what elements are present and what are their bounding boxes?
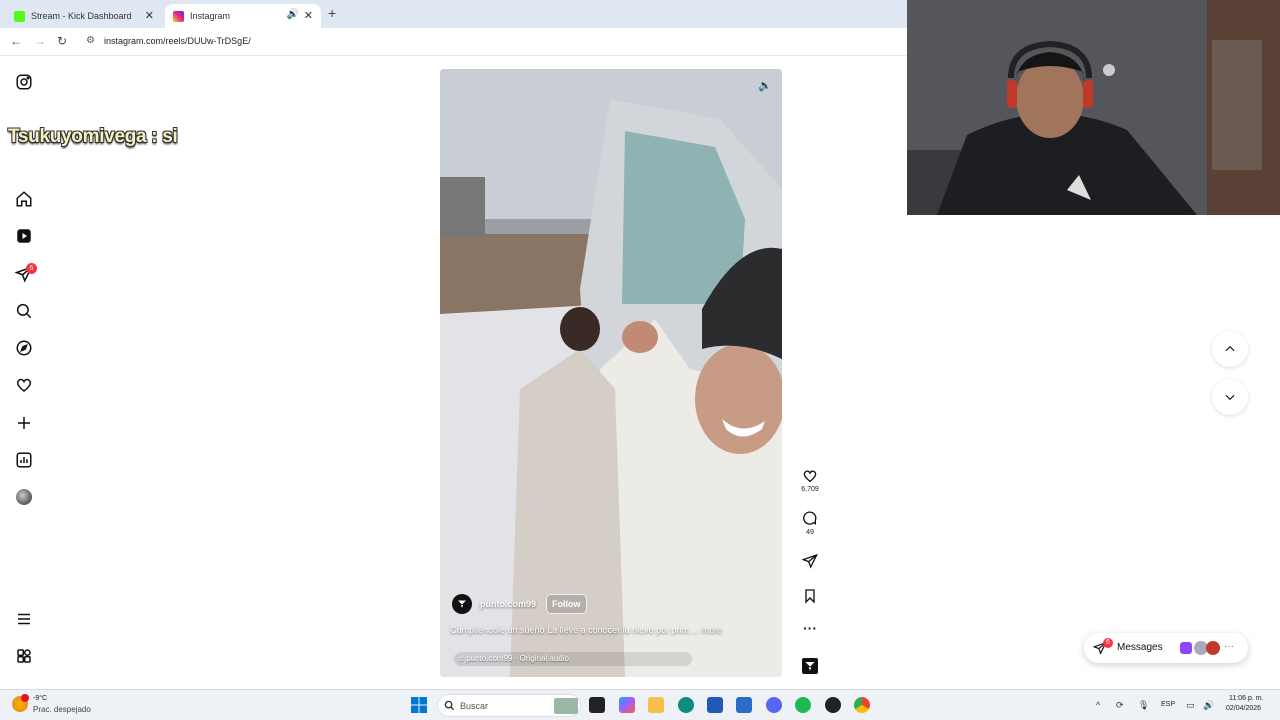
sync-icon[interactable]: ⟳ xyxy=(1116,700,1124,711)
messages-badge: 6 xyxy=(1103,638,1113,648)
webcam-feed xyxy=(907,0,1280,215)
comment-action[interactable]: 49 xyxy=(800,511,820,536)
spotify-icon[interactable] xyxy=(795,697,811,713)
stream-chat-overlay: Tsukuyomivega : si xyxy=(8,126,178,147)
messages-label: Messages xyxy=(1117,642,1163,653)
tab-instagram[interactable]: Instagram 🔊 ✕ xyxy=(165,4,321,28)
reel-author-username[interactable]: punto.com99 xyxy=(480,599,536,609)
profile-avatar[interactable] xyxy=(15,488,33,506)
clock-time[interactable]: 11:06 p. m. xyxy=(1229,695,1264,702)
like-count: 6,709 xyxy=(801,486,819,493)
new-tab-button[interactable]: + xyxy=(328,5,336,21)
site-info-icon[interactable]: ⚙ xyxy=(86,35,95,46)
store-icon[interactable] xyxy=(707,697,723,713)
explore-icon[interactable] xyxy=(15,339,33,357)
reel-author-avatar[interactable] xyxy=(452,594,472,614)
chrome-icon[interactable] xyxy=(854,697,870,713)
reels-icon[interactable] xyxy=(15,227,33,245)
browser-tab-bar: Stream - Kick Dashboard ✕ Instagram 🔊 ✕ … xyxy=(0,0,907,28)
back-icon[interactable]: ← xyxy=(10,34,22,48)
instagram-logo-icon[interactable] xyxy=(15,73,33,91)
search-icon[interactable] xyxy=(15,302,33,320)
share-icon[interactable] xyxy=(802,553,818,569)
save-action[interactable] xyxy=(800,588,820,604)
like-action[interactable]: 6,709 xyxy=(800,468,820,493)
windows-taskbar: -9°C Prac. despejado Buscar ^ ⟳ 🎙 ESP ▭ … xyxy=(0,689,1280,720)
share-action[interactable] xyxy=(800,553,820,569)
chevron-down-icon xyxy=(1225,394,1235,401)
weather-description[interactable]: Prac. despejado xyxy=(33,705,91,714)
copilot-icon[interactable] xyxy=(619,697,635,713)
show-hidden-icons-icon[interactable]: ^ xyxy=(1096,700,1100,710)
instagram-favicon-icon xyxy=(173,10,184,22)
discord-icon[interactable] xyxy=(766,697,782,713)
clock-date[interactable]: 02/04/2026 xyxy=(1226,705,1261,712)
search-icon xyxy=(444,700,455,711)
obs-icon[interactable] xyxy=(825,697,841,713)
menu-icon[interactable] xyxy=(15,610,33,628)
messages-button[interactable]: 6 Messages ··· xyxy=(1084,633,1248,663)
reel-video-frame xyxy=(440,69,782,677)
like-heart-icon[interactable] xyxy=(802,468,818,484)
edge-icon[interactable] xyxy=(678,697,694,713)
forward-icon[interactable]: → xyxy=(34,34,46,48)
weather-alert-badge xyxy=(21,694,29,702)
twitch-avatar xyxy=(1180,642,1192,654)
bookmark-icon[interactable] xyxy=(802,588,818,604)
address-bar: ← → ↻ ⚙ instagram.com/reels/DUUw-TrDSgE/ xyxy=(0,28,907,56)
also-from-meta-icon[interactable] xyxy=(15,647,33,665)
taskbar-search[interactable]: Buscar xyxy=(437,694,581,717)
outlook-icon[interactable] xyxy=(736,697,752,713)
create-icon[interactable] xyxy=(15,414,33,432)
url-field[interactable]: instagram.com/reels/DUUw-TrDSgE/ xyxy=(104,36,251,46)
tab-title: Stream - Kick Dashboard xyxy=(31,11,132,21)
tab-kick-dashboard[interactable]: Stream - Kick Dashboard ✕ xyxy=(6,4,162,28)
more-options-icon: ··· xyxy=(1224,641,1234,652)
author-logo-icon xyxy=(805,662,815,671)
audio-label: punto.com99 · Original audio xyxy=(466,654,569,663)
webcam-overlay xyxy=(907,0,1280,215)
heart-icon[interactable] xyxy=(15,376,33,394)
kick-favicon-icon xyxy=(14,10,25,22)
search-highlight-icon xyxy=(554,698,578,714)
caption-more-link[interactable]: ... more xyxy=(692,625,723,635)
volume-icon[interactable]: 🔊 xyxy=(1203,700,1214,711)
tab-audio-icon[interactable]: 🔊 xyxy=(287,9,299,20)
search-placeholder: Buscar xyxy=(460,701,489,711)
microphone-icon[interactable]: 🎙 xyxy=(1138,700,1149,711)
comment-icon[interactable] xyxy=(802,511,818,527)
language-indicator[interactable]: ESP xyxy=(1161,701,1175,708)
close-tab-icon[interactable]: ✕ xyxy=(304,9,313,22)
follow-button[interactable]: Follow xyxy=(546,594,587,614)
task-view-icon[interactable] xyxy=(589,697,605,713)
file-explorer-icon[interactable] xyxy=(648,697,664,713)
next-reel-button[interactable] xyxy=(1212,379,1248,415)
previous-reel-button[interactable] xyxy=(1212,331,1248,367)
reel-caption: Cumpliéndole un sueño La llevé a conocer… xyxy=(450,625,722,635)
comment-count: 49 xyxy=(806,529,814,536)
more-options-icon[interactable]: ··· xyxy=(800,621,820,635)
close-tab-icon[interactable]: ✕ xyxy=(145,9,154,22)
audio-thumbnail[interactable] xyxy=(802,658,818,674)
notification-badge: 6 xyxy=(26,263,37,274)
home-icon[interactable] xyxy=(15,190,33,208)
reel-author: punto.com99 Follow xyxy=(452,594,587,614)
chevron-up-icon xyxy=(1225,345,1235,352)
music-note-icon: ♫ xyxy=(458,654,464,663)
reload-icon[interactable]: ↻ xyxy=(57,34,67,48)
insights-icon[interactable] xyxy=(15,451,33,469)
reel-video[interactable]: 🔈 punto.com99 Follow Cumpliéndole un sue… xyxy=(440,69,782,677)
reel-audio-link[interactable]: ♫ punto.com99 · Original audio xyxy=(454,652,692,666)
windows-start-icon[interactable] xyxy=(411,697,427,713)
display-icon[interactable]: ▭ xyxy=(1186,700,1195,711)
weather-temperature[interactable]: -9°C xyxy=(33,695,47,702)
author-logo-icon xyxy=(458,600,466,608)
contact-avatar xyxy=(1206,641,1220,655)
audio-toggle-icon[interactable]: 🔈 xyxy=(756,77,774,95)
caption-text: Cumpliéndole un sueño La llevé a conocer… xyxy=(450,625,690,635)
tab-title: Instagram xyxy=(190,11,231,21)
